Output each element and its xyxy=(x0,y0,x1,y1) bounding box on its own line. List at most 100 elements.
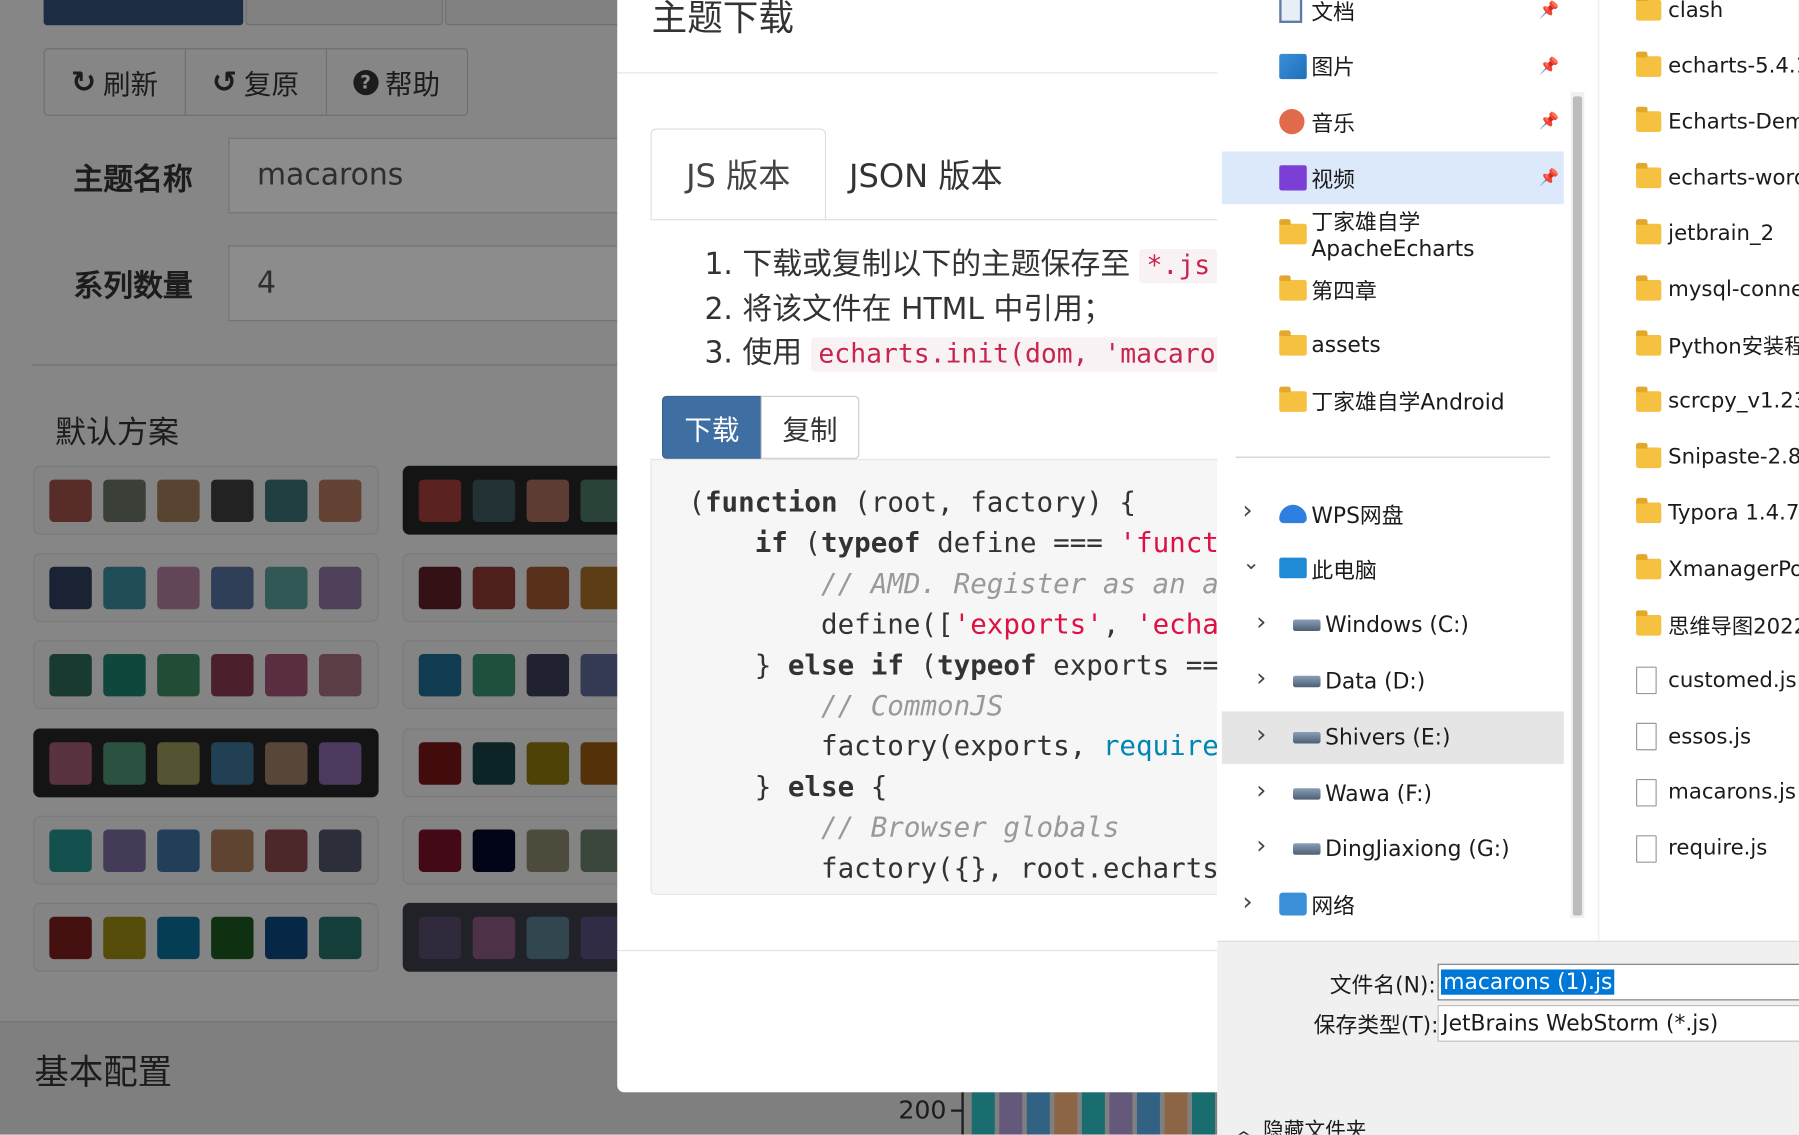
file-item[interactable]: clash xyxy=(1599,0,1799,37)
nav-item[interactable]: 视频 📌 xyxy=(1221,151,1564,205)
chevron-right-icon[interactable]: › xyxy=(1256,720,1266,749)
tree-item-label: DingJiaxiong (G:) xyxy=(1325,836,1510,862)
nav-item-label: 第四章 xyxy=(1311,278,1377,305)
code-block: (function (root, factory) { if (typeof d… xyxy=(650,458,1237,895)
tree-item[interactable]: › DingJiaxiong (G:) xyxy=(1222,823,1564,876)
chevron-right-icon[interactable]: › xyxy=(1256,776,1266,805)
modal-title: 主题下载 xyxy=(651,0,794,40)
save-file-dialog: 文档 📌 图片 📌 音乐 📌 视频 📌 丁家雄自学ApacheEcharts 第四章 assets 丁… xyxy=(1217,0,1799,1135)
tree-item-label: 网络 xyxy=(1311,894,1355,920)
file-item[interactable]: essos.js xyxy=(1599,710,1799,763)
file-item[interactable]: 思维导图2022 xyxy=(1599,599,1799,652)
code-line: // AMD. Register as an anonymous module. xyxy=(821,567,1237,600)
copy-button[interactable]: 复制 xyxy=(760,395,860,459)
file-item[interactable]: Echarts-Demo xyxy=(1599,96,1799,149)
tabs-underline xyxy=(650,219,1237,221)
chevron-right-icon[interactable]: › xyxy=(1243,497,1253,526)
filename-input[interactable]: macarons (1).js xyxy=(1437,963,1799,1001)
file-item[interactable]: Typora 1.4.7 xyxy=(1599,487,1799,540)
file-item[interactable]: macarons.js xyxy=(1599,766,1799,819)
nav-item[interactable]: 图片 📌 xyxy=(1222,40,1564,93)
file-item[interactable]: echarts-5.4.1 xyxy=(1599,40,1799,93)
drive-icon xyxy=(1293,787,1321,800)
nav-item[interactable]: 音乐 📌 xyxy=(1222,96,1564,149)
cloud-icon xyxy=(1279,504,1307,524)
nav-item[interactable]: 第四章 xyxy=(1222,263,1564,316)
nav-scrollbar-thumb[interactable] xyxy=(1572,96,1583,916)
file-item[interactable]: customed.js xyxy=(1599,654,1799,707)
folder-icon xyxy=(1279,386,1307,412)
code-snippet: *.js xyxy=(1139,248,1217,284)
nav-item-label: 丁家雄自学ApacheEcharts xyxy=(1311,210,1475,262)
nav-item[interactable]: assets xyxy=(1222,319,1564,372)
tab-js-version[interactable]: JS 版本 xyxy=(650,128,826,221)
folder-icon xyxy=(1636,386,1662,412)
nav-item[interactable]: 丁家雄自学Android xyxy=(1222,375,1564,428)
js-file-icon xyxy=(1636,834,1657,863)
js-file-icon xyxy=(1636,722,1657,751)
file-item[interactable]: jetbrain_2 xyxy=(1599,207,1799,260)
file-item[interactable]: Python安装程 xyxy=(1599,319,1799,372)
tree-item[interactable]: › WPS网盘 xyxy=(1222,488,1564,541)
chevron-right-icon[interactable]: › xyxy=(1256,832,1266,861)
file-name: echarts-5.4.1 xyxy=(1668,54,1799,79)
instructions: 1. 下载或复制以下的主题保存至 *.js 2. 将该文件在 HTML 中引用；… xyxy=(704,243,1237,377)
folder-icon xyxy=(1636,330,1662,356)
chevron-right-icon[interactable]: › xyxy=(1256,664,1266,693)
folder-icon xyxy=(1636,51,1662,77)
pin-icon: 📌 xyxy=(1539,1,1560,20)
chevron-right-icon[interactable]: › xyxy=(1243,888,1253,917)
file-name: XmanagerPo xyxy=(1668,557,1799,582)
tree-item[interactable]: ⌄ 此电脑 xyxy=(1222,543,1564,596)
divider xyxy=(1235,456,1551,458)
folder-icon xyxy=(1279,330,1307,356)
tree-item-label: WPS网盘 xyxy=(1311,503,1404,529)
file-item[interactable]: require.js xyxy=(1599,822,1799,875)
file-item[interactable]: mysql-connec xyxy=(1599,263,1799,316)
tab-json-version[interactable]: JSON 版本 xyxy=(815,128,1037,220)
folder-icon xyxy=(1636,442,1662,468)
nav-item-label: 图片 xyxy=(1311,55,1355,81)
nav-item[interactable]: 文档 📌 xyxy=(1222,0,1564,37)
tree-item[interactable]: › Data (D:) xyxy=(1222,655,1564,708)
file-name: Echarts-Demo xyxy=(1668,110,1799,135)
chevron-up-icon: ︿ xyxy=(1233,1118,1254,1135)
tree-item-label: Shivers (E:) xyxy=(1325,724,1451,751)
download-button[interactable]: 下载 xyxy=(661,395,762,459)
computer-icon xyxy=(1279,557,1307,578)
tree-item-label: Data (D:) xyxy=(1325,668,1426,695)
code-line: // CommonJS xyxy=(821,689,1004,722)
theme-code: (function (root, factory) { if (typeof d… xyxy=(688,483,1236,889)
chevron-right-icon[interactable]: › xyxy=(1256,609,1266,638)
drive-icon xyxy=(1293,843,1321,855)
file-name: mysql-connec xyxy=(1668,277,1799,302)
music-icon xyxy=(1279,109,1305,135)
file-list: clash echarts-5.4.1 Echarts-Demo echarts-wo… xyxy=(1598,0,1799,941)
file-item[interactable]: Snipaste-2.8. xyxy=(1599,431,1799,484)
tree-item[interactable]: › Shivers (E:) xyxy=(1221,711,1564,764)
filetype-select[interactable]: JetBrains WebStorm (*.js) xyxy=(1437,1005,1799,1042)
code-line: define(['exports', 'echarts'], factory); xyxy=(688,608,1237,641)
tree-item-label: 此电脑 xyxy=(1311,558,1377,585)
file-name: clash xyxy=(1668,0,1724,23)
file-name: jetbrain_2 xyxy=(1668,221,1775,246)
nav-item[interactable]: 丁家雄自学ApacheEcharts xyxy=(1222,207,1564,262)
file-item[interactable]: scrcpy_v1.23 xyxy=(1599,375,1799,428)
tree-item[interactable]: › Wawa (F:) xyxy=(1222,767,1564,820)
folder-icon xyxy=(1636,163,1662,189)
file-name: Snipaste-2.8. xyxy=(1668,445,1799,470)
file-name: essos.js xyxy=(1668,724,1752,749)
folder-icon xyxy=(1636,107,1662,133)
instruction-3: 3. 使用 echarts.init(dom, 'macarons') xyxy=(704,332,1237,377)
file-item[interactable]: echarts-wordc xyxy=(1599,152,1799,205)
pictures-icon xyxy=(1279,53,1307,79)
nav-item-label: 文档 xyxy=(1311,0,1355,25)
chevron-down-icon[interactable]: ⌄ xyxy=(1243,550,1260,574)
hide-folders-button[interactable]: ︿ 隐藏文件夹 xyxy=(1233,1114,1366,1135)
tree-item[interactable]: › 网络 xyxy=(1222,879,1564,932)
file-item[interactable]: XmanagerPo xyxy=(1599,543,1799,596)
js-file-icon xyxy=(1636,667,1657,695)
tree-item[interactable]: › Windows (C:) xyxy=(1222,599,1564,652)
code-snippet: echarts.init(dom, 'macarons') xyxy=(811,337,1237,372)
folder-icon xyxy=(1636,274,1662,301)
